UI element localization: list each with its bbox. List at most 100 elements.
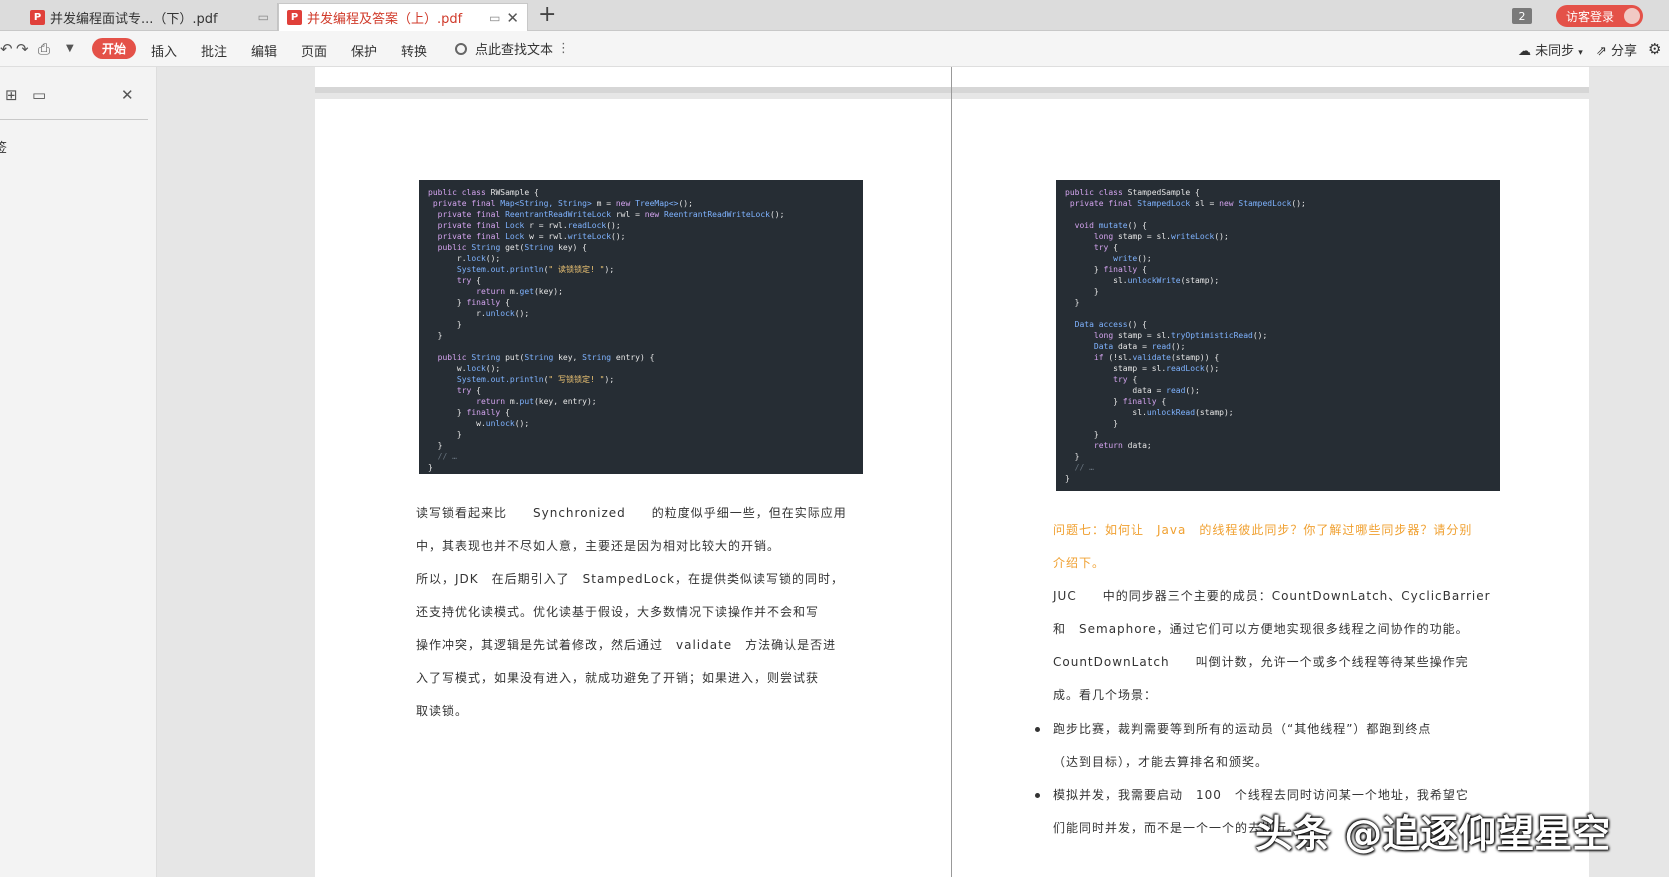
code-line: Data data = read();: [1065, 341, 1491, 352]
menu-page[interactable]: 页面: [301, 41, 327, 60]
code-token: public class: [1065, 188, 1128, 197]
code-line: }: [1065, 429, 1491, 440]
tab-label: 并发编程及答案（上）.pdf: [307, 12, 463, 27]
code-token: put(: [500, 353, 525, 362]
code-line: sl.unlockRead(stamp);: [1065, 407, 1491, 418]
code-token: {: [1108, 243, 1118, 252]
code-token: TreeMap<>: [635, 199, 679, 208]
code-line: System.out.println(" 写锁锁定! ");: [428, 374, 854, 385]
login-label: 访客登录: [1566, 9, 1615, 24]
code-token: " 读锁锁定! ": [548, 265, 605, 274]
menu-edit[interactable]: 编辑: [251, 41, 277, 60]
code-token: // …: [428, 452, 457, 461]
more-icon[interactable]: ⋮: [557, 41, 570, 56]
code-token: ();: [1291, 199, 1306, 208]
code-token: Lock: [505, 221, 525, 230]
code-token: private final: [428, 221, 506, 230]
title-line: 介绍下。: [1053, 556, 1106, 570]
code-token: ();: [485, 364, 501, 373]
code-token: m.: [509, 287, 520, 296]
code-token: ();: [485, 254, 501, 263]
watermark: 头条 @追逐仰望星空: [1255, 812, 1611, 856]
code-token: r = rwl.: [524, 221, 568, 230]
code-token: new: [615, 199, 636, 208]
monitor-icon[interactable]: ▭: [489, 11, 500, 25]
search-icon: [455, 42, 467, 55]
menu-insert[interactable]: 插入: [151, 41, 177, 60]
menu-protect[interactable]: 保护: [351, 41, 377, 60]
text-line: 操作冲突，其逻辑是先试着修改，然后通过 validate 方法确认是否进: [416, 638, 837, 652]
window-count-badge[interactable]: 2: [1512, 8, 1532, 24]
menu-start[interactable]: 开始: [92, 38, 136, 59]
text-line: CountDownLatch 叫倒计数，允许一个或多个线程等待某些操作完: [1053, 655, 1469, 669]
chevron-down-icon[interactable]: ▼: [66, 43, 74, 54]
code-token: }: [428, 331, 443, 340]
text-line: （达到目标），才能去算排名和颁奖。: [1053, 755, 1269, 769]
code-token: String: [471, 353, 501, 362]
code-token: ();: [514, 419, 530, 428]
share-button[interactable]: ⇗ 分享: [1596, 40, 1637, 59]
menu-annotate[interactable]: 批注: [201, 41, 227, 60]
code-token: write: [1065, 254, 1138, 263]
code-token: ();: [606, 221, 621, 230]
code-line: [428, 341, 854, 352]
menu-convert[interactable]: 转换: [401, 41, 427, 60]
save-icon[interactable]: ⎙: [38, 40, 50, 58]
code-line: } finally {: [1065, 264, 1491, 275]
monitor-icon[interactable]: ▭: [258, 10, 269, 24]
code-token: ReentrantReadWriteLock: [505, 210, 612, 219]
code-line: void mutate() {: [1065, 220, 1491, 231]
code-token: long: [1065, 331, 1118, 340]
code-line: }: [1065, 451, 1491, 462]
tab-document-upper[interactable]: P 并发编程及答案（上）.pdf ▭ ✕: [278, 3, 528, 31]
code-token: finally: [466, 408, 501, 417]
sidebar-label: 签: [0, 141, 8, 156]
page-spread-divider: [951, 67, 952, 877]
code-image-stampedsample: public class StampedSample { private fin…: [1056, 180, 1500, 491]
find-text-button[interactable]: 点此查找文本 ⋮: [455, 39, 570, 58]
add-bookmark-icon[interactable]: ⊞: [5, 86, 18, 104]
code-token: finally: [1103, 265, 1138, 274]
code-token: public class: [428, 188, 491, 197]
code-token: ();: [1204, 364, 1220, 373]
code-token: if: [1065, 353, 1109, 362]
guest-login-button[interactable]: 访客登录: [1556, 5, 1643, 27]
code-token: String: [582, 353, 612, 362]
redo-icon[interactable]: ↷: [16, 40, 29, 58]
code-line: w.unlock();: [428, 418, 854, 429]
left-body-text: 读写锁看起来比 Synchronized 的粒度似乎细一些，但在实际应用 中，其表…: [416, 497, 847, 728]
code-token: String: [524, 243, 554, 252]
code-token: public: [428, 353, 472, 362]
sync-status-button[interactable]: ☁ 未同步 ▾: [1518, 40, 1583, 59]
code-token: StampedLock: [1238, 199, 1292, 208]
code-line: public String get(String key) {: [428, 242, 854, 253]
text-line: 成。看几个场景：: [1053, 688, 1158, 702]
tab-document-lower[interactable]: P 并发编程面试专...（下）.pdf ▭: [22, 3, 278, 31]
new-tab-icon[interactable]: +: [538, 2, 556, 27]
code-token: ();: [1137, 254, 1152, 263]
bookmark-icon[interactable]: ▭: [32, 86, 46, 104]
close-icon[interactable]: ✕: [121, 86, 134, 104]
code-token: read: [1166, 386, 1186, 395]
undo-icon[interactable]: ↶: [0, 40, 13, 58]
code-token: {: [471, 276, 481, 285]
list-item: 跑步比赛，裁判需要等到所有的运动员（“其他线程”）都跑到终点 （达到目标），才能去…: [1035, 713, 1469, 779]
code-token: (stamp);: [1195, 408, 1234, 417]
text-line: 所以，JDK 在后期引入了 StampedLock，在提供类似读写锁的同时，: [416, 572, 844, 586]
code-token: try: [1065, 243, 1109, 252]
code-token: Map<String, String>: [500, 199, 592, 208]
sidebar-divider: [0, 119, 148, 120]
code-token: ();: [1185, 386, 1200, 395]
gear-icon[interactable]: ⚙: [1648, 40, 1661, 58]
title-line: 问题七：如何让 Java 的线程彼此同步？你了解过哪些同步器？请分别: [1053, 523, 1473, 537]
code-token: writeLock: [567, 232, 612, 241]
code-token: ();: [514, 309, 530, 318]
close-icon[interactable]: ✕: [506, 9, 519, 27]
chevron-down-icon: ▾: [1578, 48, 1583, 58]
code-token: m.: [509, 397, 520, 406]
code-line: } finally {: [1065, 396, 1491, 407]
code-token: validate: [1132, 353, 1171, 362]
code-token: );: [604, 375, 619, 384]
code-token: }: [428, 408, 467, 417]
